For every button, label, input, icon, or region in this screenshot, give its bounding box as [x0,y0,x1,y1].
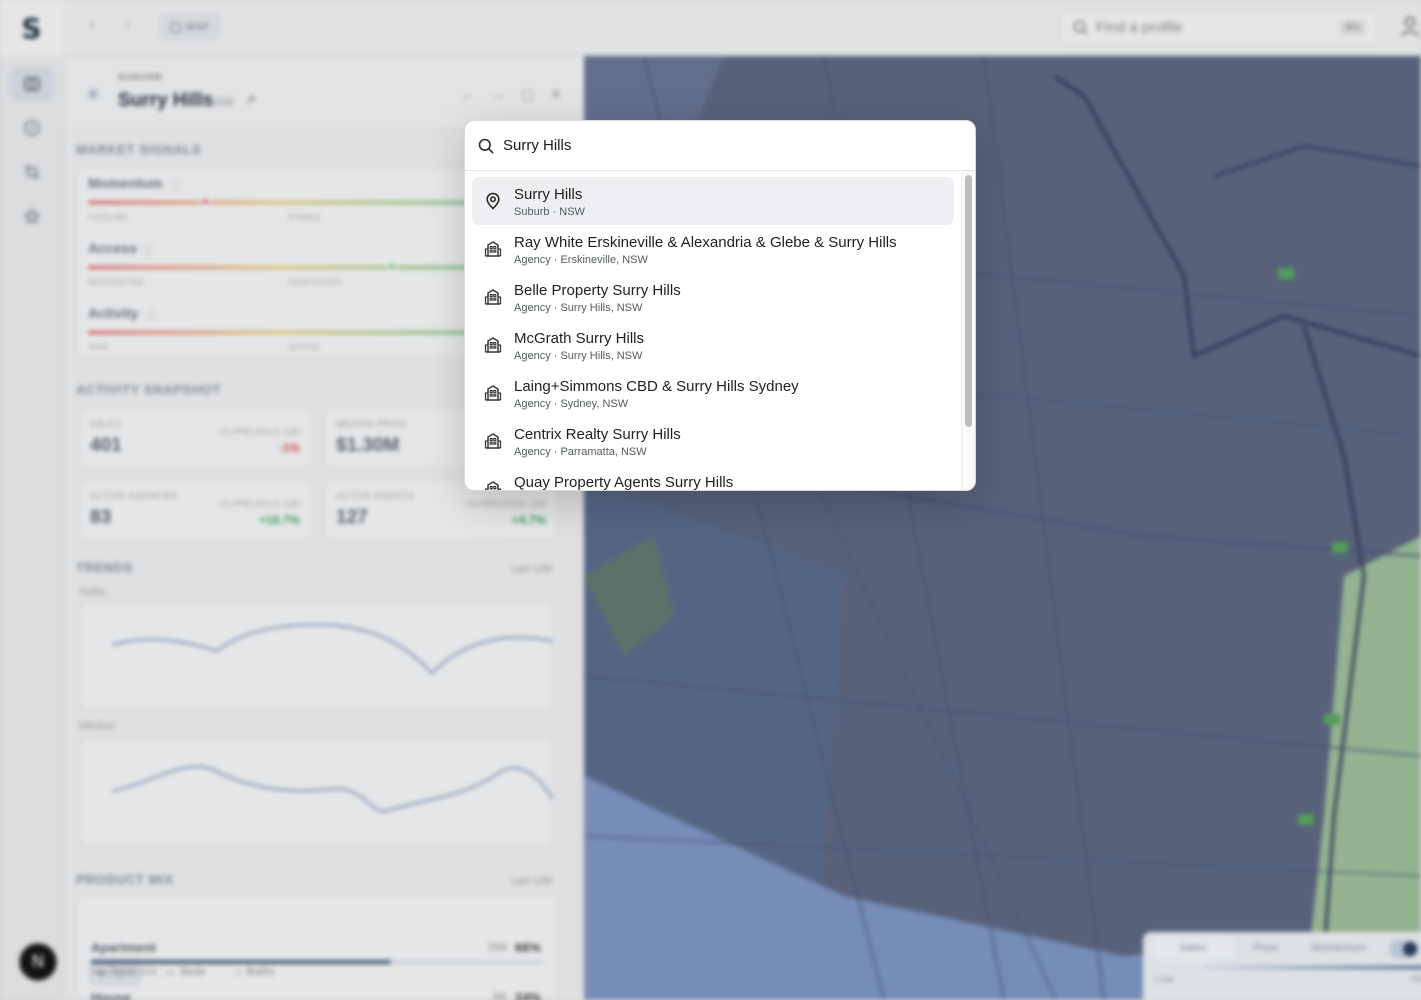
result-title: Belle Property Surry Hills [514,282,681,299]
results-list: Surry Hills Suburb · NSW Ray White Erskine… [465,171,961,491]
result-item[interactable]: Ray White Erskineville & Alexandria & Gl… [472,225,954,273]
result-item[interactable]: McGrath Surry Hills Agency · Surry Hills,… [472,321,954,369]
building-icon [483,383,503,403]
building-icon [483,239,503,259]
result-title: Laing+Simmons CBD & Surry Hills Sydney [514,378,799,395]
building-icon [483,431,503,451]
result-subtitle: Agency · Sydney, NSW [514,398,629,410]
search-icon [478,138,494,153]
building-icon [483,335,503,355]
map-pin-icon [483,191,503,211]
result-item[interactable]: Quay Property Agents Surry HillsAgency ·… [472,465,954,491]
search-palette: Surry Hills Suburb · NSW Ray White Erskine… [464,120,976,491]
palette-search-row [465,121,975,171]
result-item[interactable]: Surry Hills Suburb · NSW [472,177,954,225]
scrollbar-thumb[interactable] [965,175,972,427]
result-subtitle: Agency · Surry Hills, NSW [514,302,643,314]
palette-search-input[interactable] [503,137,943,154]
result-title: McGrath Surry Hills [514,330,645,347]
result-item[interactable]: Centrix Realty Surry Hills Agency · Parra… [472,417,954,465]
result-title: Quay Property Agents Surry Hills [514,474,734,491]
result-subtitle: Agency · Parramatta, NSW [514,446,647,458]
result-title: Ray White Erskineville & Alexandria & Gl… [514,234,897,251]
results-scrollbar[interactable] [961,171,975,490]
result-subtitle: Agency · Erskineville, NSW [514,254,648,266]
result-item[interactable]: Belle Property Surry Hills Agency · Surry… [472,273,954,321]
result-title: Surry Hills [514,186,583,203]
result-subtitle: Suburb · NSW [514,206,585,218]
building-icon [483,479,503,490]
building-icon [483,287,503,307]
result-item[interactable]: Laing+Simmons CBD & Surry Hills Sydney Ag… [472,369,954,417]
result-title: Centrix Realty Surry Hills [514,426,681,443]
result-subtitle: Agency · Surry Hills, NSW [514,350,643,362]
